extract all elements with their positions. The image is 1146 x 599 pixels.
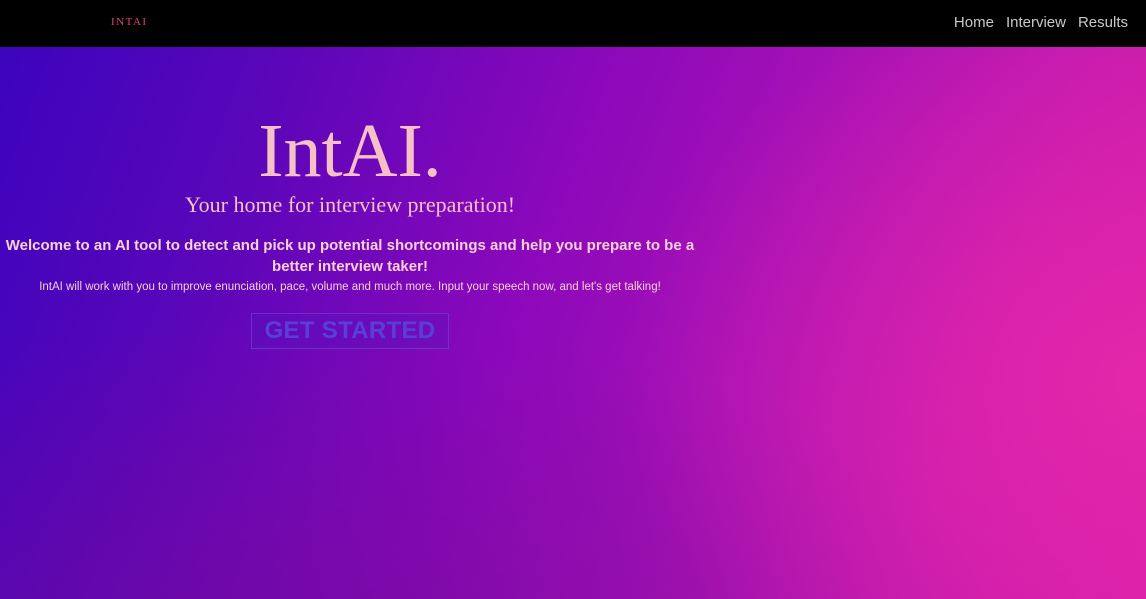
nav-links: Home Interview Results	[954, 14, 1128, 31]
nav-link-results[interactable]: Results	[1078, 14, 1128, 31]
hero-subtitle: Your home for interview preparation!	[184, 192, 516, 217]
hero-description: IntAI will work with you to improve enun…	[39, 281, 661, 293]
hero-title: IntAI.	[258, 109, 442, 193]
nav-link-home[interactable]: Home	[954, 14, 994, 31]
hero-welcome-text: Welcome to an AI tool to detect and pick…	[5, 237, 695, 275]
background-gradient	[0, 0, 1146, 599]
get-started-button[interactable]: GET STARTED	[251, 313, 449, 349]
brand-logo[interactable]: INTAI	[111, 16, 148, 28]
nav-link-interview[interactable]: Interview	[1006, 14, 1066, 31]
top-navbar: INTAI Home Interview Results	[0, 0, 1146, 47]
